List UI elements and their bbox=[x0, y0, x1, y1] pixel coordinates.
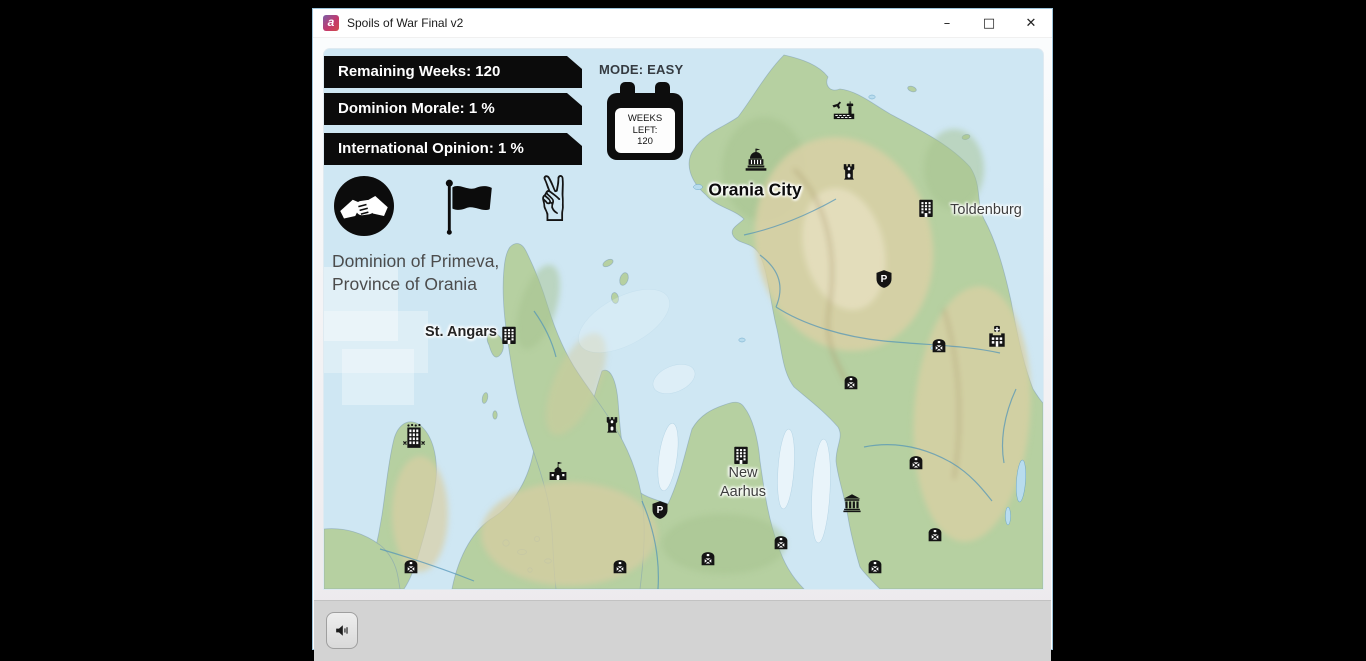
calendar-ring-right bbox=[655, 82, 670, 104]
war-flag-icon[interactable] bbox=[441, 178, 497, 236]
calendar-ring-left bbox=[620, 82, 635, 104]
map-marker-police[interactable] bbox=[874, 269, 894, 289]
calendar-line2: LEFT: bbox=[615, 125, 675, 137]
calendar-line1: WEEKS bbox=[615, 113, 675, 125]
close-button[interactable]: ✕ bbox=[1010, 9, 1052, 38]
mode-label: MODE: EASY bbox=[599, 62, 683, 77]
map-marker-office[interactable] bbox=[730, 443, 753, 466]
title-bar[interactable]: a Spoils of War Final v2 – □ ✕ bbox=[313, 9, 1052, 38]
map-marker-office[interactable] bbox=[915, 196, 938, 219]
map-marker-barn[interactable] bbox=[772, 533, 790, 551]
map-marker-bank[interactable] bbox=[841, 492, 863, 514]
map-marker-police[interactable] bbox=[650, 500, 670, 520]
speaker-button[interactable] bbox=[326, 612, 358, 649]
map-marker-barn[interactable] bbox=[930, 336, 948, 354]
calendar-face: WEEKS LEFT: 120 bbox=[615, 108, 675, 153]
remaining-weeks-bar: Remaining Weeks: 120 bbox=[324, 56, 582, 88]
app-icon: a bbox=[323, 15, 339, 31]
map-marker-barn[interactable] bbox=[842, 373, 860, 391]
calendar-line3: 120 bbox=[615, 136, 675, 148]
map-marker-hospital[interactable] bbox=[985, 324, 1010, 349]
app-window: a Spoils of War Final v2 – □ ✕ bbox=[312, 8, 1053, 650]
map-marker-office[interactable] bbox=[498, 323, 521, 346]
map-markers-layer bbox=[324, 49, 1043, 589]
map-marker-barn[interactable] bbox=[611, 557, 629, 575]
map-marker-barn[interactable] bbox=[699, 549, 717, 567]
speaker-icon bbox=[333, 621, 352, 640]
map-marker-castle[interactable] bbox=[602, 414, 623, 435]
dominion-morale-bar: Dominion Morale: 1 % bbox=[324, 93, 582, 125]
map-marker-jail[interactable] bbox=[399, 422, 430, 453]
map-marker-barn[interactable] bbox=[926, 525, 944, 543]
map-marker-factory[interactable] bbox=[831, 96, 858, 123]
handshake-icon[interactable] bbox=[334, 176, 394, 236]
maximize-button[interactable]: □ bbox=[968, 9, 1010, 38]
map-marker-barn[interactable] bbox=[866, 557, 884, 575]
map-marker-school[interactable] bbox=[546, 459, 570, 483]
window-title: Spoils of War Final v2 bbox=[347, 16, 463, 30]
map-marker-barn[interactable] bbox=[402, 557, 420, 575]
minimize-button[interactable]: – bbox=[926, 9, 968, 38]
footer-bar bbox=[314, 600, 1051, 661]
victory-hand-icon[interactable]: ✌ bbox=[525, 164, 585, 236]
game-content: Orania CityToldenburgSt. AngarsNew Aarhu… bbox=[314, 38, 1051, 648]
game-map: Orania CityToldenburgSt. AngarsNew Aarhu… bbox=[324, 49, 1043, 589]
map-marker-barn[interactable] bbox=[907, 453, 925, 471]
region-title-line2: Province of Orania bbox=[332, 273, 499, 296]
region-title-line1: Dominion of Primeva, bbox=[332, 250, 499, 273]
map-marker-castle[interactable] bbox=[839, 161, 860, 182]
international-opinion-bar: International Opinion: 1 % bbox=[324, 133, 582, 165]
region-title: Dominion of Primeva, Province of Orania bbox=[332, 250, 499, 296]
weeks-left-calendar[interactable]: WEEKS LEFT: 120 bbox=[607, 82, 683, 160]
map-marker-capitol[interactable] bbox=[743, 146, 770, 173]
